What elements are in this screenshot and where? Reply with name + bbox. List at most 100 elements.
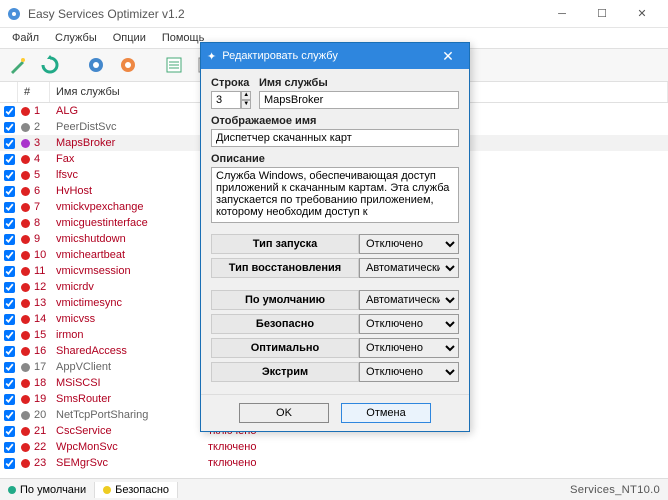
tool-gear1-icon[interactable] [82, 51, 110, 79]
titlebar: Easy Services Optimizer v1.2 ─ ☐ ✕ [0, 0, 668, 28]
row-spinner[interactable]: ▲▼ [211, 91, 251, 109]
status-dot-icon [18, 331, 32, 340]
extreme-select[interactable]: Отключено [359, 362, 459, 382]
close-button[interactable]: ✕ [622, 0, 662, 28]
tool-gear2-icon[interactable] [114, 51, 142, 79]
row-num: 8 [32, 217, 54, 229]
status-tab-default[interactable]: По умолчани [0, 482, 95, 498]
spinner-down-icon[interactable]: ▼ [241, 100, 251, 109]
minimize-button[interactable]: ─ [542, 0, 582, 28]
row-checkbox[interactable] [4, 426, 15, 437]
row-last: тключено [206, 457, 668, 469]
row-num: 21 [32, 425, 54, 437]
dialog-titlebar[interactable]: ✦ Редактировать службу ✕ [201, 43, 469, 69]
menu-options[interactable]: Опции [105, 30, 154, 46]
table-row[interactable]: 23SEMgrSvcтключено [0, 455, 668, 471]
row-num: 6 [32, 185, 54, 197]
row-checkbox[interactable] [4, 234, 15, 245]
row-num: 10 [32, 249, 54, 261]
row-checkbox[interactable] [4, 410, 15, 421]
service-name-input[interactable] [259, 91, 459, 109]
row-name: vmicrdv [54, 281, 206, 293]
safe-select[interactable]: Отключено [359, 314, 459, 334]
row-checkbox[interactable] [4, 378, 15, 389]
window-title: Easy Services Optimizer v1.2 [28, 7, 542, 21]
row-num: 16 [32, 345, 54, 357]
row-checkbox[interactable] [4, 314, 15, 325]
row-label: Строка [211, 77, 251, 89]
row-checkbox[interactable] [4, 442, 15, 453]
menu-file[interactable]: Файл [4, 30, 47, 46]
status-dot-icon [18, 219, 32, 228]
row-checkbox[interactable] [4, 186, 15, 197]
dialog-close-button[interactable]: ✕ [433, 48, 463, 65]
table-row[interactable]: 22WpcMonSvcтключено [0, 439, 668, 455]
status-right: Services_NT10.0 [562, 484, 668, 496]
row-name: lfsvc [54, 169, 206, 181]
status-dot-icon [18, 171, 32, 180]
tool-refresh-icon[interactable] [36, 51, 64, 79]
col-num[interactable]: # [18, 82, 50, 102]
row-name: vmickvpexchange [54, 201, 206, 213]
status-dot-icon [18, 267, 32, 276]
row-checkbox[interactable] [4, 330, 15, 341]
tool-list-icon[interactable] [160, 51, 188, 79]
row-num: 5 [32, 169, 54, 181]
cancel-button[interactable]: Отмена [341, 403, 431, 423]
row-last: тключено [206, 441, 668, 453]
status-dot-icon [18, 443, 32, 452]
row-name: WpcMonSvc [54, 441, 206, 453]
row-name: CscService [54, 425, 206, 437]
row-num: 12 [32, 281, 54, 293]
row-checkbox[interactable] [4, 250, 15, 261]
row-input[interactable] [211, 91, 241, 109]
tool-wand-icon[interactable] [4, 51, 32, 79]
dialog-title: Редактировать службу [222, 50, 433, 62]
row-checkbox[interactable] [4, 170, 15, 181]
maximize-button[interactable]: ☐ [582, 0, 622, 28]
menu-services[interactable]: Службы [47, 30, 105, 46]
green-dot-icon [8, 486, 16, 494]
row-checkbox[interactable] [4, 298, 15, 309]
row-checkbox[interactable] [4, 202, 15, 213]
row-num: 4 [32, 153, 54, 165]
row-checkbox[interactable] [4, 218, 15, 229]
optimal-select[interactable]: Отключено [359, 338, 459, 358]
row-checkbox[interactable] [4, 362, 15, 373]
row-checkbox[interactable] [4, 458, 15, 469]
status-dot-icon [18, 299, 32, 308]
ok-button[interactable]: OK [239, 403, 329, 423]
startup-type-select[interactable]: Отключено [359, 234, 459, 254]
row-num: 22 [32, 441, 54, 453]
status-dot-icon [18, 187, 32, 196]
row-name: irmon [54, 329, 206, 341]
row-checkbox[interactable] [4, 154, 15, 165]
spinner-up-icon[interactable]: ▲ [241, 91, 251, 100]
default-label: По умолчанию [211, 290, 359, 310]
description-textarea[interactable]: Служба Windows, обеспечивающая доступ пр… [211, 167, 459, 223]
status-tab-safe[interactable]: Безопасно [95, 482, 178, 498]
col-name[interactable]: Имя службы [50, 82, 210, 102]
row-checkbox[interactable] [4, 266, 15, 277]
status-dot-icon [18, 139, 32, 148]
status-dot-icon [18, 379, 32, 388]
recovery-type-select[interactable]: Автоматически [359, 258, 459, 278]
default-select[interactable]: Автоматически [359, 290, 459, 310]
sparkle-icon: ✦ [207, 50, 216, 63]
row-num: 2 [32, 121, 54, 133]
display-name-input[interactable] [211, 129, 459, 147]
row-checkbox[interactable] [4, 282, 15, 293]
row-name: NetTcpPortSharing [54, 409, 206, 421]
status-dot-icon [18, 347, 32, 356]
row-name: SEMgrSvc [54, 457, 206, 469]
row-checkbox[interactable] [4, 138, 15, 149]
row-checkbox[interactable] [4, 394, 15, 405]
recovery-type-label: Тип восстановления [211, 258, 359, 278]
row-name: vmicheartbeat [54, 249, 206, 261]
row-num: 13 [32, 297, 54, 309]
safe-label: Безопасно [211, 314, 359, 334]
row-checkbox[interactable] [4, 122, 15, 133]
status-dot-icon [18, 107, 32, 116]
row-checkbox[interactable] [4, 106, 15, 117]
row-checkbox[interactable] [4, 346, 15, 357]
